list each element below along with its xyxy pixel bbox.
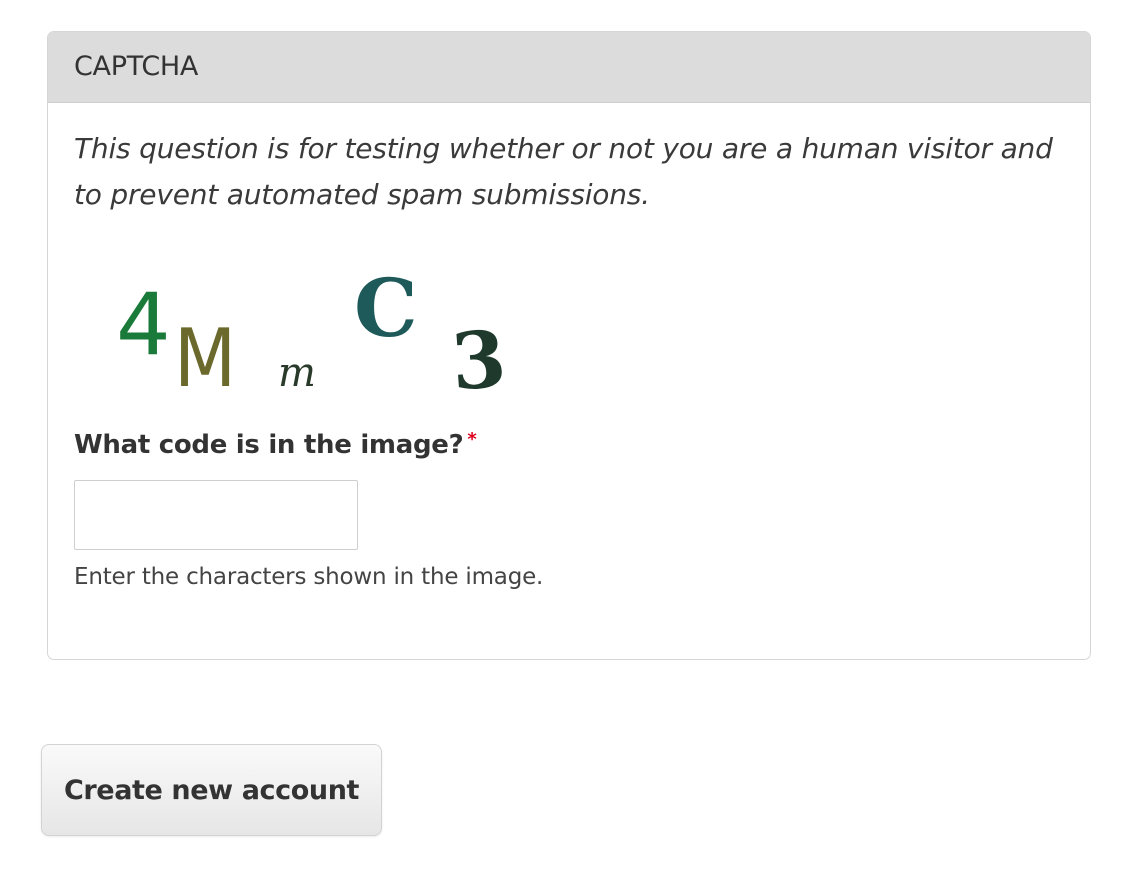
captcha-image: 4 M m C 3 (116, 266, 509, 396)
required-mark: * (467, 429, 477, 450)
captcha-glyph-3: m (278, 350, 316, 396)
captcha-glyph-1: 4 (116, 275, 171, 375)
captcha-help-text: Enter the characters shown in the image. (74, 564, 544, 590)
code-field-label-text: What code is in the image? (74, 430, 464, 460)
code-field-label: What code is in the image? * (74, 429, 477, 460)
captcha-fieldset: CAPTCHA This question is for testing whe… (47, 31, 1091, 660)
captcha-glyph-4: C (354, 266, 418, 355)
captcha-description: This question is for testing whether or … (74, 132, 1053, 211)
captcha-glyph-5: 3 (449, 314, 509, 396)
captcha-legend: CAPTCHA (48, 32, 1090, 103)
create-account-button[interactable]: Create new account (41, 744, 382, 836)
captcha-glyph-2: M (174, 312, 236, 396)
captcha-code-input[interactable] (74, 480, 358, 550)
